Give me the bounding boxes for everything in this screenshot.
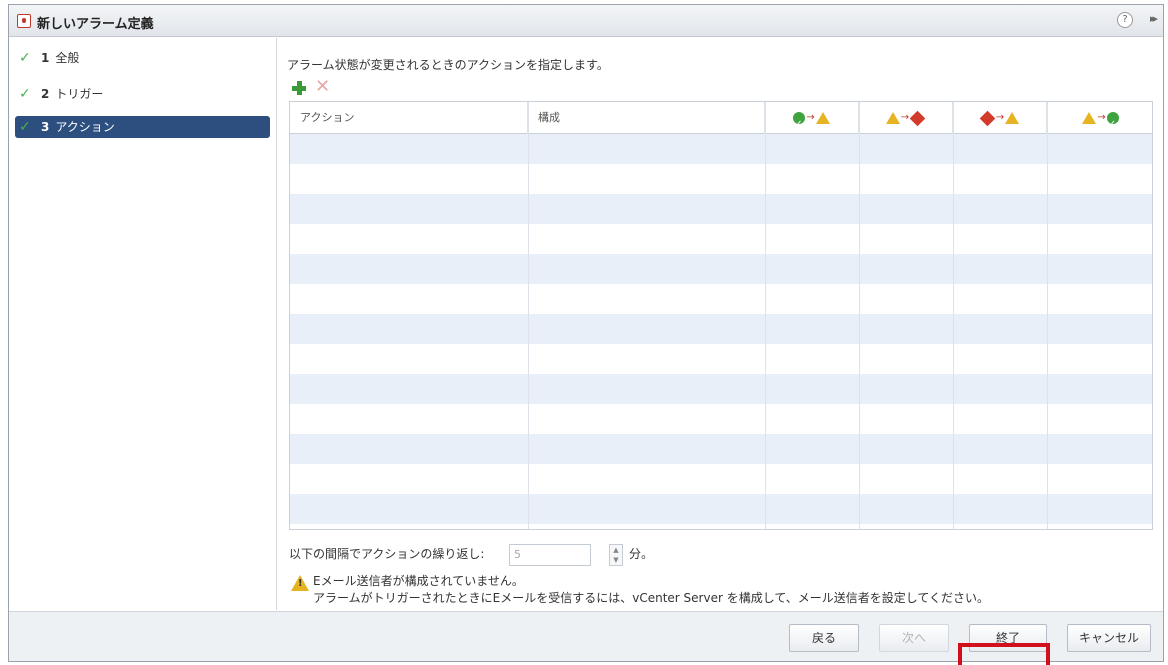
new-alarm-definition-dialog: 新しいアラーム定義 ? ▸▸ ✓ 1 全般 ✓ 2 トリガー ✓ 3 アクション アラ… (8, 4, 1164, 662)
column-divider (953, 102, 954, 529)
table-row[interactable] (290, 284, 1152, 314)
warning-icon (885, 112, 900, 124)
step-general[interactable]: ✓ 1 全般 (15, 47, 270, 69)
check-icon: ✓ (19, 50, 31, 66)
column-configuration[interactable]: 構成 (528, 102, 765, 134)
alert-icon (909, 110, 926, 126)
back-button[interactable]: 戻る (789, 624, 859, 652)
cancel-button[interactable]: キャンセル (1067, 624, 1151, 652)
column-divider (1047, 102, 1048, 529)
column-warning-to-ok[interactable]: → (1047, 102, 1152, 141)
repeat-interval-row: 以下の間隔でアクションの繰り返し: 5 ▲ ▼ 分。 (289, 542, 653, 566)
repeat-interval-stepper[interactable]: ▲ ▼ (609, 544, 623, 566)
step-number: 3 (41, 120, 50, 134)
table-row[interactable] (290, 134, 1152, 164)
warning-title: Eメール送信者が構成されていません。 (313, 574, 524, 588)
actions-panel: アラーム状態が変更されるときのアクションを指定します。 ✕ アクション 構成 →… (287, 38, 1157, 610)
add-icon[interactable] (291, 80, 307, 96)
wizard-steps: ✓ 1 全般 ✓ 2 トリガー ✓ 3 アクション (9, 38, 277, 610)
next-button[interactable]: 次へ (879, 624, 949, 652)
step-label: 全般 (55, 51, 80, 65)
table-row[interactable] (290, 254, 1152, 284)
arrow-right-icon: → (900, 112, 910, 123)
column-ok-to-warning[interactable]: → (765, 102, 859, 141)
table-row[interactable] (290, 344, 1152, 374)
table-row[interactable] (290, 164, 1152, 194)
repeat-unit: 分。 (629, 547, 654, 561)
table-row[interactable] (290, 314, 1152, 344)
repeat-interval-input[interactable]: 5 (509, 544, 591, 566)
arrow-right-icon: → (1097, 112, 1106, 123)
warning-icon (1005, 112, 1020, 124)
step-number: 2 (41, 87, 50, 101)
arrow-right-icon: → (806, 112, 815, 123)
column-divider (765, 102, 766, 529)
column-action[interactable]: アクション (290, 102, 528, 134)
check-icon: ✓ (19, 119, 31, 135)
dialog-title: 新しいアラーム定義 (37, 17, 154, 32)
step-label: トリガー (55, 87, 104, 101)
titlebar: 新しいアラーム定義 ? ▸▸ (9, 5, 1163, 37)
column-warning-to-alert[interactable]: → (859, 102, 953, 134)
repeat-label: 以下の間隔でアクションの繰り返し: (289, 547, 485, 561)
actions-grid: アクション 構成 → → → → (289, 101, 1153, 530)
table-row[interactable] (290, 374, 1152, 404)
arrow-right-icon: → (995, 112, 1005, 123)
step-trigger[interactable]: ✓ 2 トリガー (15, 83, 270, 105)
table-row[interactable] (290, 494, 1152, 524)
check-icon: ✓ (19, 86, 31, 102)
table-row[interactable] (290, 434, 1152, 464)
warning-icon (291, 575, 309, 591)
step-number: 1 (41, 51, 50, 65)
warning-detail: アラームがトリガーされたときにEメールを受信するには、vCenter Serve… (313, 591, 990, 605)
grid-header: アクション 構成 → → → → (290, 102, 1152, 141)
alert-icon (979, 110, 996, 126)
alarm-definition-icon (17, 14, 31, 28)
panel-description: アラーム状態が変更されるときのアクションを指定します。 (287, 58, 609, 72)
column-divider (859, 102, 860, 529)
table-row[interactable] (290, 194, 1152, 224)
table-row[interactable] (290, 464, 1152, 494)
step-action[interactable]: ✓ 3 アクション (15, 116, 270, 138)
table-row[interactable] (290, 224, 1152, 254)
ok-icon (1106, 109, 1119, 141)
help-icon[interactable]: ? (1117, 12, 1133, 28)
ok-icon (793, 109, 806, 141)
finish-button-highlight (958, 643, 1050, 665)
expand-icon[interactable]: ▸▸ (1150, 12, 1158, 25)
column-divider (528, 102, 529, 529)
warning-icon (1082, 112, 1097, 124)
email-sender-warning: Eメール送信者が構成されていません。 アラームがトリガーされたときにEメールを受… (289, 572, 1149, 610)
step-label: アクション (55, 120, 115, 134)
table-row[interactable] (290, 404, 1152, 434)
column-alert-to-warning[interactable]: → (953, 102, 1047, 134)
remove-icon[interactable]: ✕ (315, 78, 330, 96)
warning-icon (815, 112, 830, 124)
